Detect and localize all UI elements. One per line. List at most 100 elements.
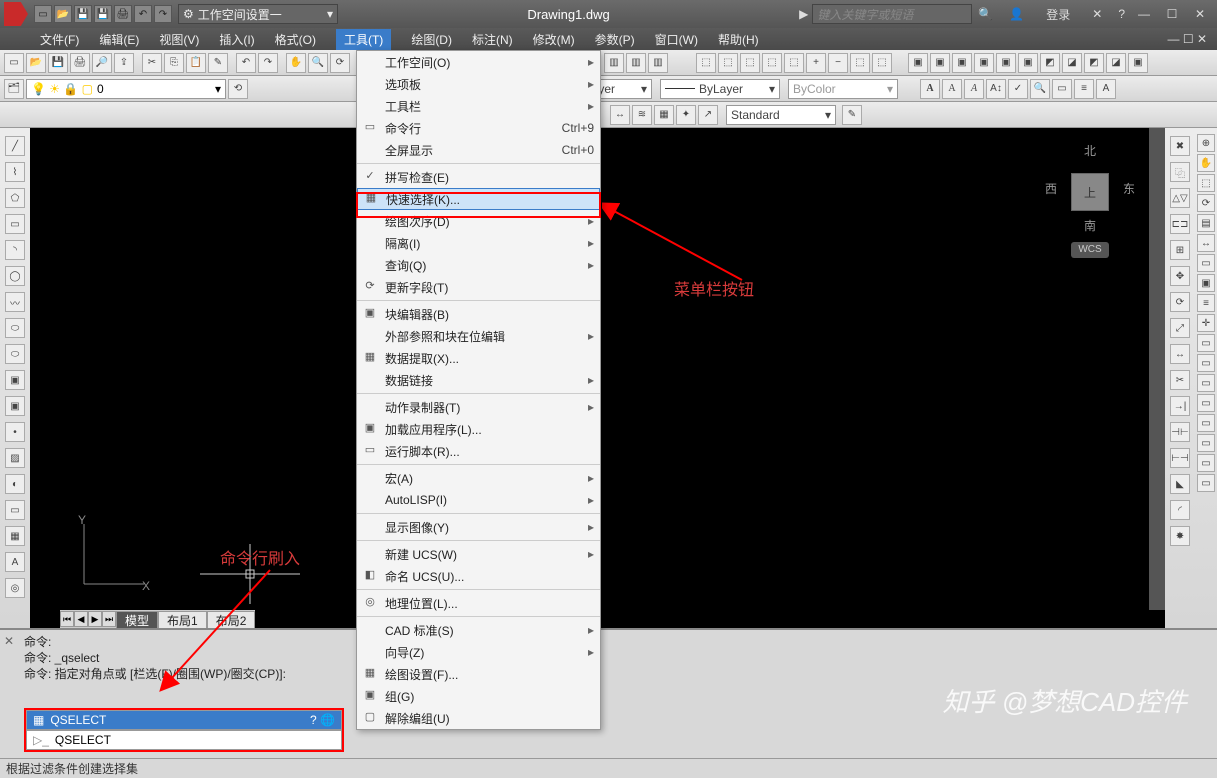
view-left-icon[interactable]: ▣ bbox=[952, 53, 972, 73]
style-mgr-icon[interactable]: ✎ bbox=[842, 105, 862, 125]
menu-item[interactable]: ▦快速选择(K)... bbox=[357, 188, 600, 210]
copy-icon[interactable]: ⎘ bbox=[164, 53, 184, 73]
tab-first-icon[interactable]: ⏮ bbox=[60, 611, 74, 627]
menu-item[interactable]: 绘图次序(D)▸ bbox=[357, 210, 600, 232]
menu-tools[interactable]: 工具(T) bbox=[336, 29, 391, 50]
break-icon[interactable]: ⊣⊢ bbox=[1170, 422, 1190, 442]
rect-icon[interactable]: ▭ bbox=[5, 214, 25, 234]
new-icon[interactable]: ▭ bbox=[4, 53, 24, 73]
help-icon[interactable]: ? bbox=[1118, 7, 1125, 21]
login-link[interactable]: 登录 bbox=[1046, 6, 1070, 23]
menu-item[interactable]: ▣加载应用程序(L)... bbox=[357, 418, 600, 440]
ml-leader-icon[interactable]: ↗ bbox=[698, 105, 718, 125]
pan-icon[interactable]: ✋ bbox=[1197, 154, 1215, 172]
saveas-icon[interactable]: 💾 bbox=[94, 5, 112, 23]
table-style-icon[interactable]: ▦ bbox=[654, 105, 674, 125]
erase-icon[interactable]: ✖ bbox=[1170, 136, 1190, 156]
menu-item[interactable]: 宏(A)▸ bbox=[357, 467, 600, 489]
vc-north[interactable]: 北 bbox=[1045, 142, 1135, 159]
open-icon[interactable]: 📂 bbox=[54, 5, 72, 23]
layer-dropdown[interactable]: 💡 ☀ 🔒 ▢ 0 ▾ bbox=[26, 79, 226, 99]
menu-param[interactable]: 参数(P) bbox=[595, 31, 635, 48]
layer-prev-icon[interactable]: ⟲ bbox=[228, 79, 248, 99]
print-icon[interactable]: 🖨 bbox=[70, 53, 90, 73]
move-icon[interactable]: ✥ bbox=[1170, 266, 1190, 286]
ellipse-arc-icon[interactable]: ⬭ bbox=[5, 344, 25, 364]
menu-insert[interactable]: 插入(I) bbox=[219, 31, 254, 48]
view-mgr-icon[interactable]: ▣ bbox=[1128, 53, 1148, 73]
view-se-icon[interactable]: ◪ bbox=[1062, 53, 1082, 73]
extend-icon[interactable]: →| bbox=[1170, 396, 1190, 416]
chamfer-icon[interactable]: ◣ bbox=[1170, 474, 1190, 494]
menu-item[interactable]: 动作录制器(T)▸ bbox=[357, 396, 600, 418]
zoom-obj-icon[interactable]: ⬚ bbox=[784, 53, 804, 73]
save-icon[interactable]: 💾 bbox=[48, 53, 68, 73]
dtext-icon[interactable]: A bbox=[942, 79, 962, 99]
print-icon[interactable]: 🖨 bbox=[114, 5, 132, 23]
match-icon[interactable]: ✎ bbox=[208, 53, 228, 73]
search-icon[interactable]: 🔍 bbox=[978, 7, 993, 21]
fillet-icon[interactable]: ◜ bbox=[1170, 500, 1190, 520]
menu-item[interactable]: ▦绘图设置(F)... bbox=[357, 663, 600, 685]
zoom-all-icon[interactable]: ⬚ bbox=[850, 53, 870, 73]
join-icon[interactable]: ⊢⊣ bbox=[1170, 448, 1190, 468]
menu-help[interactable]: 帮助(H) bbox=[718, 31, 759, 48]
publish-icon[interactable]: ⇪ bbox=[114, 53, 134, 73]
menu-item[interactable]: ▣组(G) bbox=[357, 685, 600, 707]
preview-icon[interactable]: 🔎 bbox=[92, 53, 112, 73]
layer-mgr-icon[interactable]: 🗂 bbox=[4, 79, 24, 99]
vc-west[interactable]: 西 bbox=[1045, 180, 1057, 197]
menu-dim[interactable]: 标注(N) bbox=[472, 31, 513, 48]
orbit-icon[interactable]: ⟳ bbox=[330, 53, 350, 73]
redo-icon[interactable]: ↷ bbox=[154, 5, 172, 23]
table-icon[interactable]: ▦ bbox=[5, 526, 25, 546]
mline-style-icon[interactable]: ≋ bbox=[632, 105, 652, 125]
open-icon[interactable]: 📂 bbox=[26, 53, 46, 73]
offset-icon[interactable]: ⊏⊐ bbox=[1170, 214, 1190, 234]
stretch-icon[interactable]: ↔ bbox=[1170, 344, 1190, 364]
zoom-ext-icon[interactable]: ⬚ bbox=[1197, 174, 1215, 192]
line-icon[interactable]: ╱ bbox=[5, 136, 25, 156]
lineweight-dropdown[interactable]: ByLayer▾ bbox=[660, 79, 780, 99]
view-back-icon[interactable]: ▣ bbox=[1018, 53, 1038, 73]
menu-item[interactable]: ◎地理位置(L)... bbox=[357, 592, 600, 614]
misc3-icon[interactable]: ▭ bbox=[1197, 374, 1215, 392]
misc6-icon[interactable]: ▭ bbox=[1197, 434, 1215, 452]
hatch-icon[interactable]: ▨ bbox=[5, 448, 25, 468]
misc1-icon[interactable]: ▭ bbox=[1197, 334, 1215, 352]
redo-icon[interactable]: ↷ bbox=[258, 53, 278, 73]
zoom-center-icon[interactable]: ⬚ bbox=[762, 53, 782, 73]
spell-icon[interactable]: ✓ bbox=[1008, 79, 1028, 99]
zoom-window-icon[interactable]: ⬚ bbox=[696, 53, 716, 73]
menu-item[interactable]: ▣块编辑器(B) bbox=[357, 303, 600, 325]
misc2-icon[interactable]: ▭ bbox=[1197, 354, 1215, 372]
view-nw-icon[interactable]: ◪ bbox=[1106, 53, 1126, 73]
menu-item[interactable]: 全屏显示Ctrl+0 bbox=[357, 139, 600, 161]
vc-south[interactable]: 南 bbox=[1045, 217, 1135, 234]
point-icon[interactable]: • bbox=[5, 422, 25, 442]
suggestion-row[interactable]: ▦ QSELECT ? 🌐 bbox=[26, 710, 342, 730]
vc-east[interactable]: 东 bbox=[1123, 180, 1135, 197]
view-sw-icon[interactable]: ◩ bbox=[1040, 53, 1060, 73]
cmd-close-icon[interactable]: ✕ bbox=[4, 634, 18, 648]
color-dropdown[interactable]: ByColor▾ bbox=[788, 79, 898, 99]
user-icon[interactable]: 👤 bbox=[1009, 7, 1024, 21]
view-top-icon[interactable]: ▣ bbox=[908, 53, 928, 73]
menu-item[interactable]: 显示图像(Y)▸ bbox=[357, 516, 600, 538]
viewcube[interactable]: 北 西 上 东 南 WCS bbox=[1045, 142, 1135, 252]
tab-model[interactable]: 模型 bbox=[116, 611, 158, 628]
menu-window[interactable]: 窗口(W) bbox=[655, 31, 698, 48]
wheel-icon[interactable]: ⊕ bbox=[1197, 134, 1215, 152]
vscroll[interactable] bbox=[1149, 128, 1165, 610]
view-ne-icon[interactable]: ◩ bbox=[1084, 53, 1104, 73]
misc5-icon[interactable]: ▭ bbox=[1197, 414, 1215, 432]
menu-item[interactable]: 数据链接▸ bbox=[357, 369, 600, 391]
tab-prev-icon[interactable]: ◀ bbox=[74, 611, 88, 627]
minimize-button[interactable]: — bbox=[1131, 4, 1157, 24]
menu-item[interactable]: AutoLISP(I)▸ bbox=[357, 489, 600, 511]
trim-icon[interactable]: ✂ bbox=[1170, 370, 1190, 390]
menu-item[interactable]: CAD 标准(S)▸ bbox=[357, 619, 600, 641]
mtext-icon[interactable]: A bbox=[920, 79, 940, 99]
menu-draw[interactable]: 绘图(D) bbox=[411, 31, 452, 48]
scale-icon[interactable]: ⤢ bbox=[1170, 318, 1190, 338]
